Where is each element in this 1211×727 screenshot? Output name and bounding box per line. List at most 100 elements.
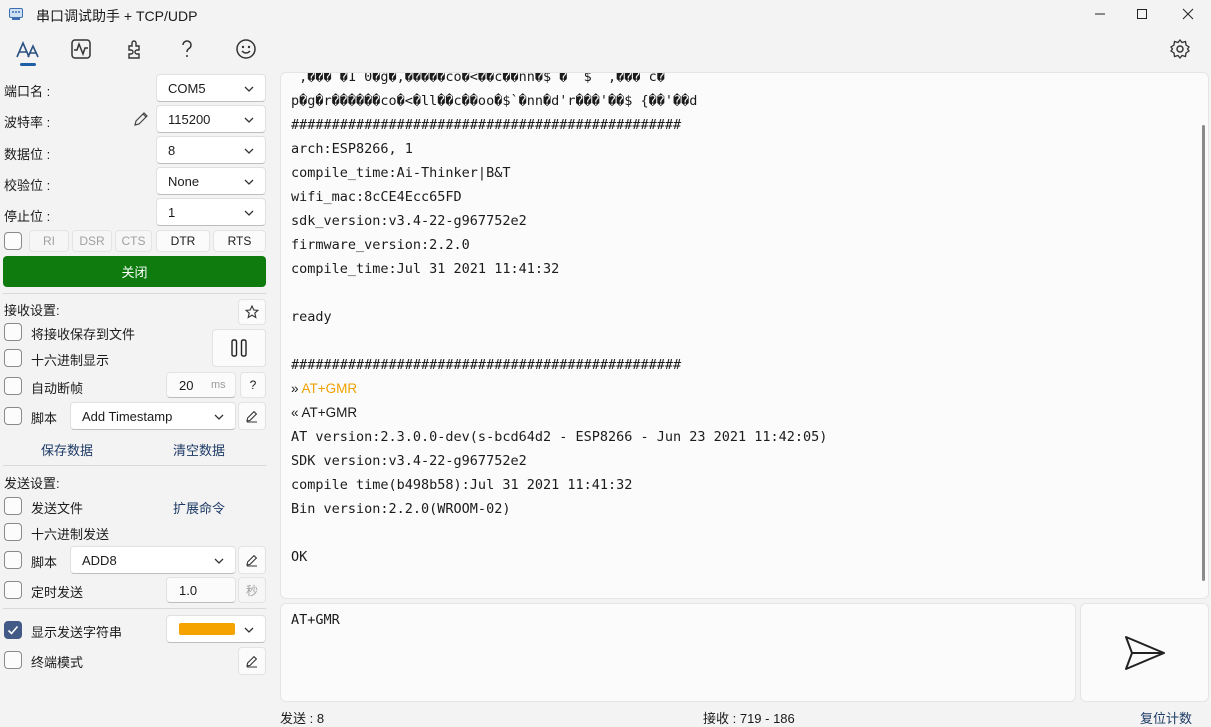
send-input-text: AT+GMR bbox=[291, 612, 340, 628]
save-to-file-checkbox[interactable] bbox=[4, 323, 22, 341]
save-data-button[interactable]: 保存数据 bbox=[41, 440, 93, 459]
send-button[interactable] bbox=[1080, 603, 1209, 702]
hex-send-checkbox[interactable] bbox=[4, 523, 22, 541]
terminal-mode-checkbox[interactable] bbox=[4, 651, 22, 669]
pause-button[interactable] bbox=[212, 329, 266, 367]
edit-baud-icon[interactable] bbox=[132, 110, 150, 128]
maximize-button[interactable] bbox=[1119, 0, 1165, 28]
smiley-icon bbox=[236, 39, 256, 59]
log-line: ready bbox=[291, 309, 332, 325]
baud-value: 115200 bbox=[168, 111, 211, 127]
tab-font[interactable] bbox=[12, 34, 44, 66]
receive-script-label: 脚本 bbox=[31, 411, 58, 426]
auto-frame-input[interactable]: 20 ms bbox=[166, 372, 236, 398]
baud-select[interactable]: 115200 bbox=[156, 105, 266, 133]
tab-plugin[interactable] bbox=[118, 34, 150, 64]
rts-button[interactable]: RTS bbox=[213, 230, 266, 252]
edit-terminal-button[interactable] bbox=[238, 647, 266, 675]
send-settings-title: 发送设置: bbox=[4, 476, 60, 491]
chevron-down-icon bbox=[214, 558, 224, 564]
edit-receive-script-button[interactable] bbox=[238, 402, 266, 430]
port-value: COM5 bbox=[168, 80, 206, 96]
log-line: » AT+GMR bbox=[291, 381, 358, 396]
port-select[interactable]: COM5 bbox=[156, 74, 266, 102]
close-window-button[interactable] bbox=[1165, 0, 1211, 28]
close-port-button[interactable]: 关闭 bbox=[3, 256, 266, 287]
minimize-icon bbox=[1095, 13, 1105, 15]
databits-value: 8 bbox=[168, 142, 176, 158]
send-script-select[interactable]: ADD8 bbox=[70, 546, 236, 574]
port-label: 端口名 : bbox=[4, 84, 51, 99]
star-icon bbox=[245, 305, 259, 319]
log-line: compile_time:Jul 31 2021 11:41:32 bbox=[291, 261, 560, 277]
settings-button[interactable] bbox=[1164, 34, 1196, 64]
reset-count-button[interactable]: 复位计数 bbox=[1140, 708, 1192, 727]
timed-send-value: 1.0 bbox=[179, 582, 198, 598]
timed-send-input[interactable]: 1.0 bbox=[166, 577, 236, 603]
baud-label: 波特率 : bbox=[4, 115, 51, 130]
tab-waveform[interactable] bbox=[65, 34, 97, 64]
stopbits-select[interactable]: 1 bbox=[156, 198, 266, 226]
timed-send-checkbox[interactable] bbox=[4, 581, 22, 599]
divider bbox=[3, 293, 266, 294]
parity-label: 校验位 : bbox=[4, 178, 51, 193]
log-line: compile_time:Ai-Thinker|B&T bbox=[291, 165, 511, 181]
parity-select[interactable]: None bbox=[156, 167, 266, 195]
close-icon bbox=[1182, 8, 1194, 20]
vertical-scrollbar[interactable] bbox=[1202, 125, 1205, 581]
chevron-down-icon bbox=[244, 86, 254, 92]
send-input[interactable]: AT+GMR bbox=[280, 603, 1076, 702]
hex-send-label: 十六进制发送 bbox=[31, 527, 110, 542]
log-line: OK bbox=[291, 549, 308, 565]
check-icon bbox=[7, 625, 19, 635]
auto-frame-help-button[interactable]: ? bbox=[240, 372, 266, 398]
log-line: wifi_mac:8cCE4Ecc65FD bbox=[291, 189, 462, 205]
ext-command-button[interactable]: 扩展命令 bbox=[173, 498, 225, 517]
receive-settings-title: 接收设置: bbox=[4, 303, 60, 318]
send-icon bbox=[1124, 635, 1165, 670]
receive-log[interactable]: ,��� �1 0�g�,�����co�<��c��nn�$ � $ ,���… bbox=[280, 72, 1209, 599]
maximize-icon bbox=[1137, 9, 1147, 19]
show-sent-checkbox[interactable] bbox=[4, 621, 22, 639]
send-file-checkbox[interactable] bbox=[4, 497, 22, 515]
auto-frame-checkbox[interactable] bbox=[4, 377, 22, 395]
stopbits-value: 1 bbox=[168, 204, 176, 220]
receive-script-select[interactable]: Add Timestamp bbox=[70, 402, 236, 430]
tab-help[interactable] bbox=[171, 34, 203, 64]
hex-display-checkbox[interactable] bbox=[4, 349, 22, 367]
tab-feedback[interactable] bbox=[230, 34, 262, 64]
help-icon bbox=[182, 40, 192, 57]
show-sent-label: 显示发送字符串 bbox=[31, 625, 123, 640]
edit-send-script-button[interactable] bbox=[238, 546, 266, 574]
databits-select[interactable]: 8 bbox=[156, 136, 266, 164]
dsr-button: DSR bbox=[72, 230, 112, 252]
minimize-button[interactable] bbox=[1077, 0, 1123, 28]
ri-button: RI bbox=[29, 230, 69, 252]
databits-label: 数据位 : bbox=[4, 147, 51, 162]
log-line: ########################################… bbox=[291, 117, 682, 133]
timed-send-label: 定时发送 bbox=[31, 585, 84, 600]
divider bbox=[3, 465, 266, 466]
signal-checkbox[interactable] bbox=[4, 232, 22, 250]
save-to-file-label: 将接收保存到文件 bbox=[31, 327, 136, 342]
auto-frame-value: 20 bbox=[179, 377, 194, 393]
parity-value: None bbox=[168, 173, 200, 189]
clear-data-button[interactable]: 清空数据 bbox=[173, 440, 225, 459]
receive-script-checkbox[interactable] bbox=[4, 407, 22, 425]
chevron-down-icon bbox=[244, 210, 254, 216]
log-line: arch:ESP8266, 1 bbox=[291, 141, 413, 157]
terminal-mode-label: 终端模式 bbox=[31, 655, 84, 670]
send-script-checkbox[interactable] bbox=[4, 551, 22, 569]
auto-frame-label: 自动断帧 bbox=[31, 381, 84, 396]
sent-color-picker[interactable] bbox=[166, 615, 266, 643]
title-bar: 串口调试助手 + TCP/UDP bbox=[0, 0, 1211, 28]
dtr-button[interactable]: DTR bbox=[156, 230, 210, 252]
chevron-down-icon bbox=[244, 117, 254, 123]
receive-log-lines: ,��� �1 0�g�,�����co�<��c��nn�$ � $ ,���… bbox=[291, 73, 1194, 569]
cts-button: CTS bbox=[115, 230, 152, 252]
chevron-down-icon bbox=[214, 414, 224, 420]
favorite-button[interactable] bbox=[238, 299, 266, 325]
edit-icon bbox=[246, 554, 258, 567]
log-line: compile time(b498b58):Jul 31 2021 11:41:… bbox=[291, 477, 633, 493]
